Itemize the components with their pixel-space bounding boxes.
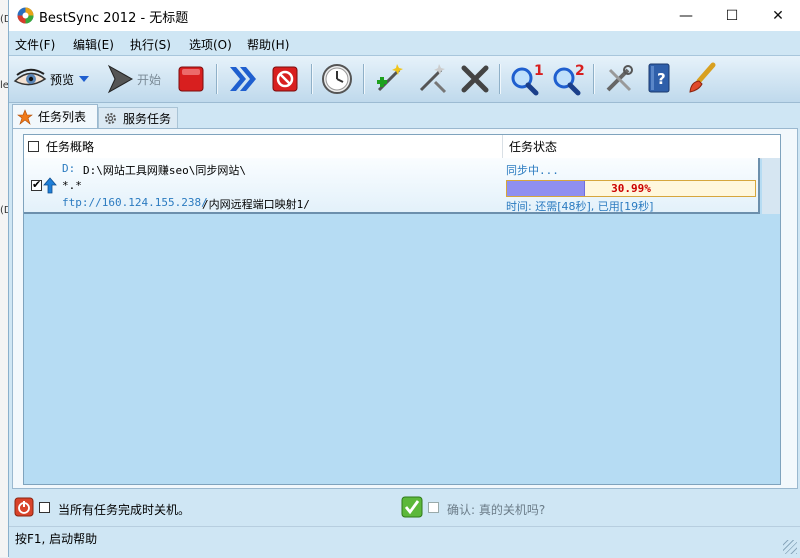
listview-header: 任务概略 任务状态: [24, 135, 780, 159]
local-drive-label: D:: [62, 162, 76, 175]
column-summary-label: 任务概略: [46, 140, 95, 154]
confirm-shutdown-label: 确认: 真的关机吗?: [447, 503, 546, 517]
check-mark-icon[interactable]: [401, 496, 423, 518]
stop-icon: [178, 66, 204, 92]
tab-task-list-label: 任务列表: [38, 110, 87, 124]
menu-execute[interactable]: 执行(S): [130, 36, 171, 53]
resize-grip[interactable]: [783, 540, 797, 554]
toolbar-separator: [216, 64, 218, 94]
title-bar: BestSync 2012 - 无标题 — ☐ ✕: [9, 0, 800, 31]
close-icon: ✕: [772, 7, 784, 24]
edit-task-button[interactable]: [415, 61, 449, 97]
stop-button[interactable]: [177, 61, 205, 97]
settings-button[interactable]: [603, 61, 635, 97]
preview-button[interactable]: 预览: [13, 61, 91, 97]
column-status-label: 任务状态: [509, 140, 558, 154]
toolbar: 预览 开始 1 2 ?: [9, 55, 800, 103]
fast-forward-button[interactable]: [227, 61, 259, 97]
sync-status: 同步中...: [506, 164, 559, 177]
toolbar-separator: [499, 64, 501, 94]
gear-icon: [105, 112, 116, 124]
chevron-down-icon[interactable]: [77, 74, 91, 84]
menu-options[interactable]: 选项(O): [189, 36, 232, 53]
menu-help[interactable]: 帮助(H): [247, 36, 289, 53]
svg-text:1: 1: [534, 63, 544, 79]
delete-task-button[interactable]: [459, 61, 491, 97]
eye-icon: [13, 68, 47, 86]
confirm-shutdown-checkbox[interactable]: [428, 502, 439, 513]
column-summary[interactable]: 任务概略: [28, 135, 498, 158]
column-divider[interactable]: [502, 135, 503, 158]
prohibit-icon: [272, 66, 298, 92]
column-status[interactable]: 任务状态: [509, 135, 779, 158]
clock-icon: [322, 64, 352, 94]
table-row[interactable]: D: D:\网站工具网赚seo\同步网站\ *.* ftp://160.124.…: [24, 158, 760, 214]
menu-bar: 文件(F) 编辑(E) 执行(S) 选项(O) 帮助(H): [9, 31, 800, 55]
status-bar: 按F1, 启动帮助: [9, 526, 800, 558]
tab-strip: 任务列表 服务任务: [9, 102, 800, 128]
magnifier-1-icon: 1: [511, 63, 544, 96]
menu-file[interactable]: 文件(F): [15, 36, 55, 53]
status-text: 按F1, 启动帮助: [15, 532, 98, 546]
schedule-button[interactable]: [321, 61, 353, 97]
start-button[interactable]: 开始: [106, 61, 161, 97]
tab-service-tasks-label: 服务任务: [123, 111, 172, 126]
help-button[interactable]: ?: [645, 61, 673, 97]
tab-service-tasks[interactable]: 服务任务: [98, 107, 178, 128]
maximize-button[interactable]: ☐: [709, 0, 755, 31]
compare-two-button[interactable]: 2: [551, 61, 587, 97]
help-book-icon: ?: [648, 63, 670, 93]
toolbar-separator: [593, 64, 595, 94]
delete-x-icon: [461, 65, 489, 93]
minimize-icon: —: [679, 7, 693, 24]
task-panel: 任务概略 任务状态 D: D:\网站工具网赚seo\同步网站\ *.* ftp:…: [12, 128, 798, 489]
scrollbar-gutter[interactable]: [762, 158, 780, 214]
select-all-checkbox[interactable]: [28, 141, 39, 152]
sync-progress-bar: 30.99%: [506, 180, 756, 197]
remote-host: ftp://160.124.155.238/: [62, 196, 208, 209]
shutdown-options-bar: 当所有任务完成时关机。 确认: 真的关机吗?: [9, 490, 800, 524]
window-title: BestSync 2012 - 无标题: [39, 11, 189, 26]
new-task-button[interactable]: [373, 61, 407, 97]
close-button[interactable]: ✕: [755, 0, 800, 31]
remote-path: /内网远程端口映射1/: [202, 198, 310, 211]
tab-task-list[interactable]: 任务列表: [12, 104, 98, 128]
shutdown-when-done-checkbox[interactable]: [39, 502, 50, 513]
shutdown-when-done-label: 当所有任务完成时关机。: [58, 503, 191, 517]
double-chevron-right-icon: [230, 67, 256, 91]
local-path: D:\网站工具网赚seo\同步网站\: [83, 164, 246, 177]
task-checkbox[interactable]: [31, 178, 42, 191]
file-filter: *.*: [62, 179, 82, 192]
power-icon[interactable]: [14, 497, 34, 517]
star-burst-icon: [17, 108, 33, 125]
task-listview[interactable]: 任务概略 任务状态 D: D:\网站工具网赚seo\同步网站\ *.* ftp:…: [23, 134, 781, 485]
time-remaining: 时间: 还需[48秒], 已用[19秒]: [506, 200, 654, 213]
bestsync-logo-icon: [17, 7, 34, 24]
svg-text:?: ?: [657, 70, 666, 88]
minimize-button[interactable]: —: [663, 0, 709, 31]
edit-wand-icon: [419, 64, 447, 94]
toolbar-separator: [311, 64, 313, 94]
tools-icon: [606, 65, 633, 92]
toolbar-separator: [363, 64, 365, 94]
clean-button[interactable]: [685, 61, 719, 97]
new-wand-icon: [377, 64, 403, 92]
magnifier-2-icon: 2: [553, 63, 585, 96]
upload-arrow-icon: [43, 177, 57, 194]
cancel-button[interactable]: [271, 61, 299, 97]
svg-text:2: 2: [575, 63, 585, 79]
menu-edit[interactable]: 编辑(E): [73, 36, 114, 53]
play-icon: [107, 64, 134, 94]
start-label: 开始: [137, 72, 162, 87]
brush-icon: [689, 62, 716, 93]
progress-percent: 30.99%: [611, 182, 651, 195]
main-window: BestSync 2012 - 无标题 — ☐ ✕ 文件(F) 编辑(E) 执行…: [8, 0, 800, 558]
maximize-icon: ☐: [725, 7, 739, 24]
compare-one-button[interactable]: 1: [509, 61, 545, 97]
preview-label: 预览: [50, 72, 75, 87]
